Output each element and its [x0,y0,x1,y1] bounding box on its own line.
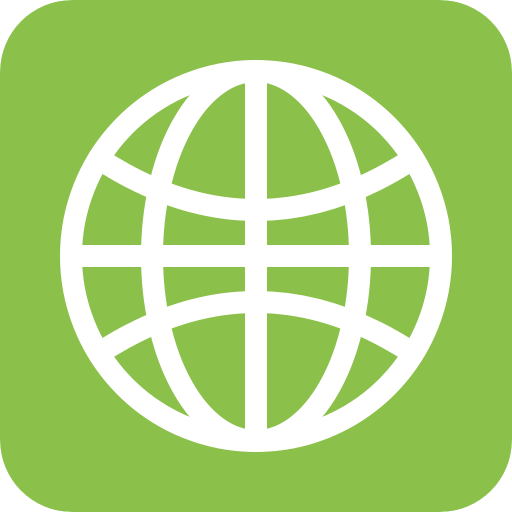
globe-app-icon[interactable] [0,0,512,512]
globe-icon [0,0,512,512]
globe-lines [60,60,452,452]
